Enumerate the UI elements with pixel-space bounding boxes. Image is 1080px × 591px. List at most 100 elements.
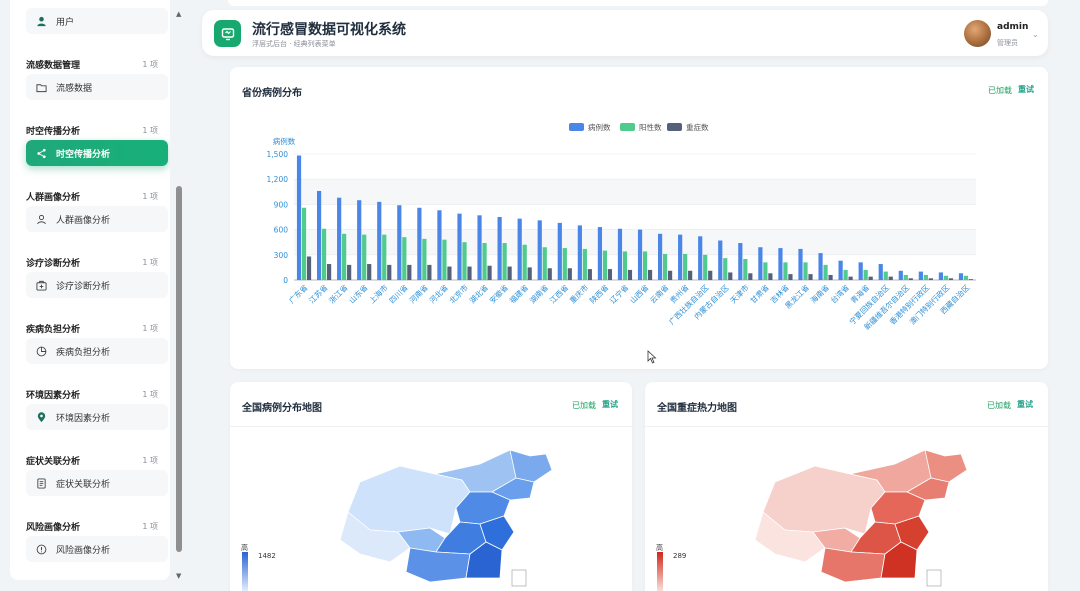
bar-2-21 (703, 254, 708, 280)
sidebar-item-3[interactable]: 人群画像分析 (26, 206, 168, 232)
x-tick-label: 山西省 (627, 282, 650, 305)
bar-3-19 (667, 270, 673, 280)
bar-1-23 (738, 243, 743, 280)
bar-3-17 (627, 269, 633, 280)
sidebar-item-8[interactable]: 风险画像分析 (26, 536, 168, 562)
alert-circle-icon (34, 542, 48, 556)
y-axis-label: 病例数 (273, 136, 296, 146)
x-tick-label: 上海市 (367, 282, 390, 305)
user-icon (34, 14, 48, 28)
user-name[interactable]: admin (997, 22, 1028, 32)
bar-1-29 (858, 262, 863, 280)
scroll-up-arrow-icon[interactable]: ▲ (176, 10, 181, 18)
bar-3-29 (868, 276, 873, 280)
legend-label-1: 病例数 (588, 122, 611, 132)
bar-3-7 (427, 264, 432, 280)
sidebar-group-count: 1 项 (142, 126, 158, 135)
sidebar-item-2[interactable]: 时空传播分析 (26, 140, 168, 166)
bar-1-34 (958, 273, 964, 280)
bar-1-27 (818, 253, 823, 280)
x-tick-label: 湖北省 (467, 282, 490, 305)
bar-2-33 (943, 275, 949, 280)
bar-1-19 (657, 233, 663, 280)
x-tick-label: 海南省 (808, 282, 831, 305)
avatar[interactable] (964, 20, 991, 47)
bar-3-16 (607, 269, 613, 280)
bar-1-13 (537, 220, 542, 280)
sidebar-group-title: 诊疗诊断分析 (26, 259, 81, 269)
bar-1-10 (477, 215, 482, 280)
bar-3-14 (567, 268, 572, 280)
sidebar-item-users[interactable]: 用户 (26, 8, 168, 34)
bar-2-18 (642, 251, 648, 280)
y-tick-label: 1,200 (267, 175, 289, 184)
bar-2-26 (803, 262, 808, 280)
bar-2-8 (442, 239, 447, 280)
china-severe-heat-map[interactable] (645, 382, 1048, 591)
bar-3-13 (547, 268, 552, 280)
bar-2-34 (963, 275, 969, 280)
province-bar-chart: 03006009001,2001,500病例数病例数 阳性数 重症数广东省江苏省浙江… (267, 122, 976, 332)
x-tick-label: 浙江省 (327, 282, 350, 305)
map-legend-high: 高 (656, 544, 663, 552)
share-icon (34, 146, 48, 160)
bar-1-9 (457, 213, 462, 280)
bar-1-2 (316, 190, 322, 280)
bar-2-32 (923, 274, 928, 280)
x-tick-label: 北京市 (447, 282, 470, 305)
bar-2-27 (823, 264, 828, 280)
sidebar-item-label: 用户 (56, 17, 75, 28)
province-chart-card: 省份病例分布 已加载 重试 0 300 600 900 1,200 1,500 病例数 病例数… (230, 67, 1048, 369)
bar-2-23 (743, 259, 748, 280)
x-tick-label: 陕西省 (587, 282, 610, 305)
sidebar-item-4[interactable]: 诊疗诊断分析 (26, 272, 168, 298)
y-tick-label: 900 (274, 200, 289, 209)
bar-3-33 (948, 278, 954, 280)
bar-3-27 (828, 274, 833, 280)
bar-2-4 (362, 234, 367, 280)
china-case-map[interactable] (230, 382, 632, 591)
chevron-down-icon[interactable]: ⌄ (1032, 30, 1039, 39)
sidebar-item-7[interactable]: 症状关联分析 (26, 470, 168, 496)
location-pin-icon (34, 410, 48, 424)
bar-2-22 (723, 258, 728, 280)
x-tick-label: 广东省 (286, 282, 309, 305)
bar-1-5 (377, 201, 382, 280)
bar-3-1 (306, 256, 312, 280)
south-sea-inset (926, 569, 942, 587)
scrollbar-thumb[interactable] (176, 186, 182, 552)
bar-2-25 (783, 262, 788, 280)
sidebar-group-count: 1 项 (142, 258, 158, 267)
bar-3-10 (487, 265, 492, 280)
bar-2-10 (482, 243, 487, 280)
scroll-down-arrow-icon[interactable]: ▼ (176, 572, 181, 580)
bar-1-4 (357, 200, 362, 280)
sidebar-item-1[interactable]: 流感数据 (26, 74, 168, 100)
bar-2-20 (683, 253, 688, 280)
sidebar-group-title: 人群画像分析 (26, 193, 81, 203)
sidebar-item-label: 环境因素分析 (56, 413, 111, 424)
medical-kit-icon (34, 278, 48, 292)
sidebar-item-label: 风险画像分析 (56, 545, 111, 556)
sidebar-item-5[interactable]: 疾病负担分析 (26, 338, 168, 364)
x-tick-label: 江西省 (547, 282, 570, 305)
sidebar-group-title: 疾病负担分析 (26, 325, 81, 335)
sidebar-group-title: 症状关联分析 (26, 457, 81, 467)
bar-1-8 (437, 210, 442, 280)
case-map-card: 全国病例分布地图 已加载 重试 高 1482 (230, 382, 632, 591)
x-tick-label: 台湾省 (828, 282, 851, 305)
bar-2-19 (662, 253, 668, 280)
bar-1-22 (718, 240, 723, 280)
bar-2-15 (582, 248, 587, 280)
legend-label-3: 重症数 (686, 122, 709, 132)
sidebar-group-title: 风险画像分析 (26, 523, 81, 533)
y-tick-label: 300 (274, 251, 289, 260)
bar-1-16 (597, 227, 603, 280)
bar-3-31 (908, 278, 913, 280)
sidebar-item-label: 时空传播分析 (56, 149, 111, 160)
sidebar-group-count: 1 项 (142, 456, 158, 465)
bar-3-26 (808, 274, 813, 280)
sidebar-group-count: 1 项 (142, 522, 158, 531)
sidebar-item-6[interactable]: 环境因素分析 (26, 404, 168, 430)
bar-3-8 (447, 266, 452, 280)
